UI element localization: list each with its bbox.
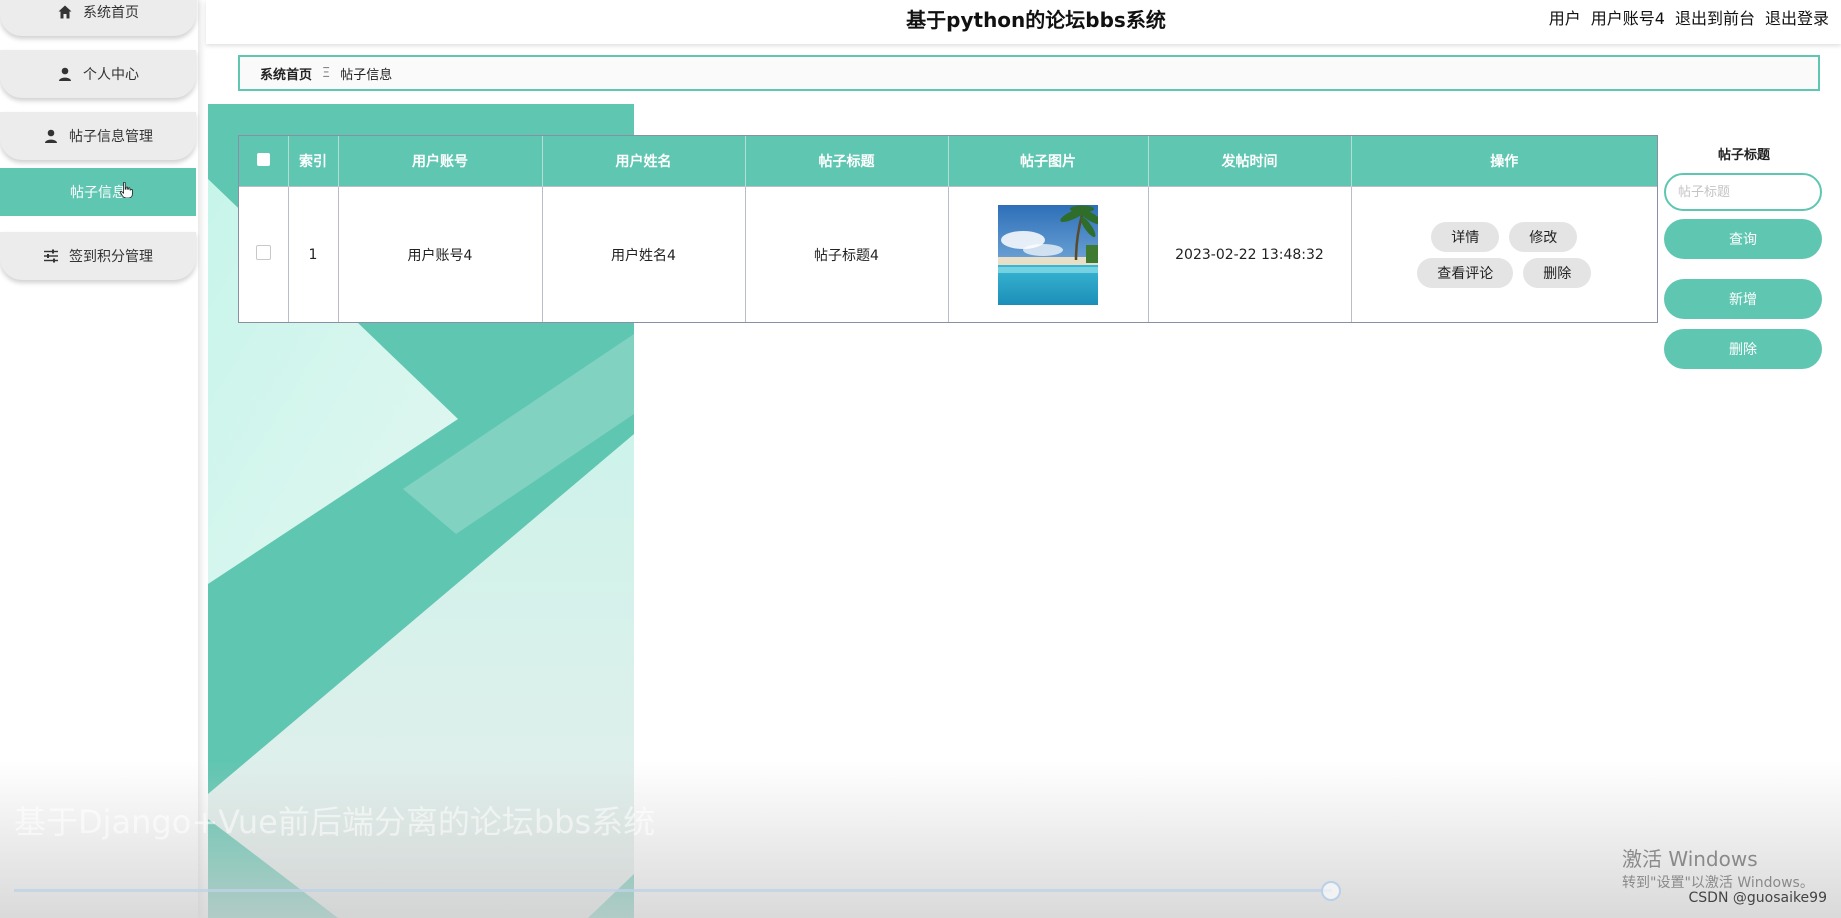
sidebar: 系统首页 个人中心 帖子信息管理 帖子信息 签到积分管理 <box>0 0 198 918</box>
cell-title: 帖子标题4 <box>745 186 949 322</box>
logout-link[interactable]: 退出登录 <box>1765 5 1829 29</box>
posts-table: 索引 用户账号 用户姓名 帖子标题 帖子图片 发帖时间 操作 1 用户账号4 用… <box>238 135 1658 323</box>
breadcrumb-current: 帖子信息 <box>340 67 393 83</box>
sidebar-item-home[interactable]: 系统首页 <box>0 0 196 36</box>
hand-cursor-icon <box>118 182 134 198</box>
table-row: 1 用户账号4 用户姓名4 帖子标题4 2023-02-22 13:48:32 … <box>239 186 1657 322</box>
batch-delete-button[interactable]: 删除 <box>1664 329 1822 369</box>
activation-subtitle: 转到"设置"以激活 Windows。 <box>1622 875 1814 891</box>
sidebar-item-label: 个人中心 <box>83 67 139 83</box>
sidebar-item-post-management[interactable]: 帖子信息管理 <box>0 112 196 160</box>
header-user-area: 用户 用户账号4 退出到前台 退出登录 <box>1549 5 1829 29</box>
table-header-row: 索引 用户账号 用户姓名 帖子标题 帖子图片 发帖时间 操作 <box>239 136 1657 187</box>
cell-name: 用户姓名4 <box>542 186 746 322</box>
windows-activation-notice: 激活 Windows 转到"设置"以激活 Windows。 <box>1622 843 1814 892</box>
sidebar-item-label: 签到积分管理 <box>69 249 153 265</box>
column-header: 用户账号 <box>338 136 543 187</box>
user-icon <box>57 66 73 82</box>
sidebar-item-posts[interactable]: 帖子信息 <box>0 168 196 216</box>
csdn-watermark: CSDN @guosaike99 <box>1688 890 1828 906</box>
top-header: 基于python的论坛bbs系统 用户 用户账号4 退出到前台 退出登录 <box>206 0 1841 44</box>
video-progress-bar[interactable] <box>14 889 1332 892</box>
breadcrumb-separator: Ξ <box>322 65 331 81</box>
select-all-checkbox[interactable] <box>239 136 289 187</box>
column-header: 帖子标题 <box>745 136 949 187</box>
sliders-icon <box>43 248 59 264</box>
sidebar-item-label: 系统首页 <box>83 5 139 21</box>
cell-image <box>948 186 1149 322</box>
breadcrumb: 系统首页 Ξ 帖子信息 <box>238 55 1820 91</box>
column-header: 索引 <box>288 136 339 187</box>
user-icon <box>43 128 59 144</box>
sidebar-item-profile[interactable]: 个人中心 <box>0 50 196 98</box>
cell-time: 2023-02-22 13:48:32 <box>1148 186 1352 322</box>
view-comments-button[interactable]: 查看评论 <box>1417 257 1514 288</box>
detail-button[interactable]: 详情 <box>1431 221 1500 252</box>
cell-index: 1 <box>288 186 339 322</box>
row-delete-button[interactable]: 删除 <box>1523 257 1592 288</box>
search-label: 帖子标题 <box>1717 148 1770 163</box>
user-role: 用户 <box>1548 9 1581 28</box>
post-title-search-input[interactable] <box>1664 173 1822 211</box>
cell-actions: 详情 修改 查看评论 删除 <box>1351 186 1657 322</box>
column-header: 用户姓名 <box>542 136 746 187</box>
cell-account: 用户账号4 <box>338 186 543 322</box>
query-button[interactable]: 查询 <box>1664 219 1822 259</box>
exit-to-front-link[interactable]: 退出到前台 <box>1675 5 1755 29</box>
column-header: 帖子图片 <box>948 136 1149 187</box>
search-panel: 帖子标题 查询 新增 删除 <box>1664 144 1824 369</box>
breadcrumb-home[interactable]: 系统首页 <box>260 64 312 83</box>
add-button[interactable]: 新增 <box>1664 279 1822 319</box>
video-progress-knob[interactable] <box>1321 881 1341 901</box>
beach-palm-image <box>998 204 1098 305</box>
username: 用户账号4 <box>1590 9 1665 28</box>
column-header: 操作 <box>1351 136 1657 187</box>
row-checkbox[interactable] <box>239 186 289 322</box>
sidebar-item-checkin-points[interactable]: 签到积分管理 <box>0 232 196 280</box>
edit-button[interactable]: 修改 <box>1509 221 1578 252</box>
activation-title: 激活 Windows <box>1622 847 1758 871</box>
sidebar-item-label: 帖子信息管理 <box>69 129 153 145</box>
home-icon <box>57 4 73 20</box>
column-header: 发帖时间 <box>1148 136 1352 187</box>
